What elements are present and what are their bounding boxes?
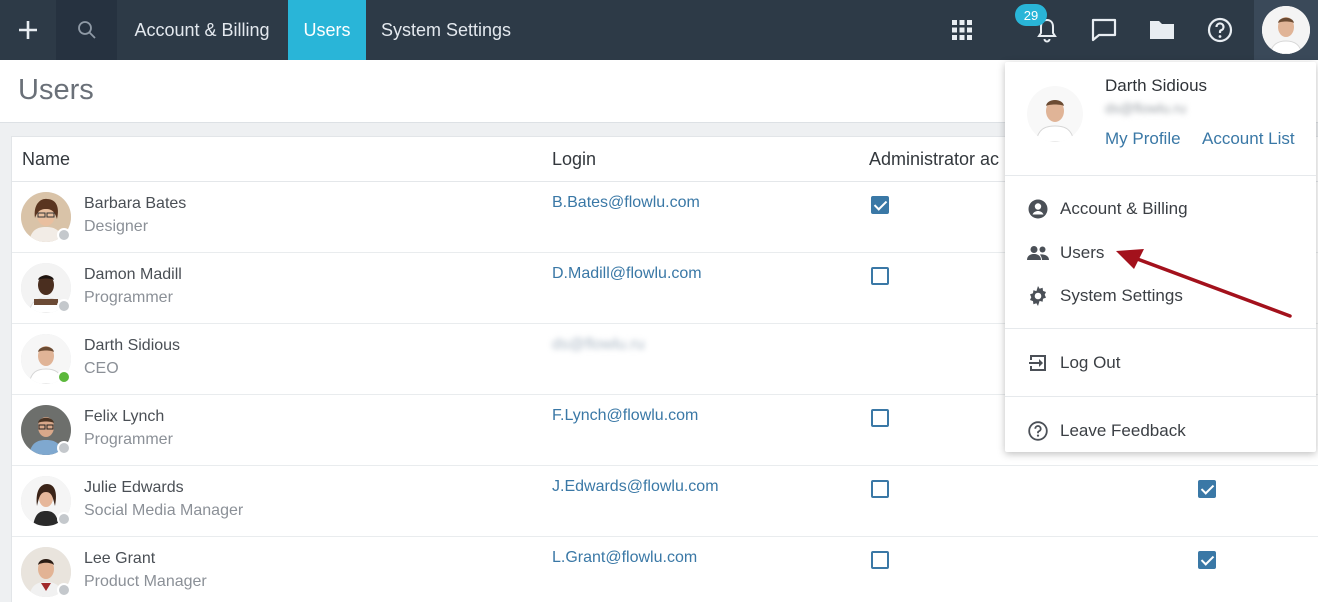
help-icon bbox=[1207, 17, 1233, 43]
apps-button[interactable] bbox=[934, 0, 990, 60]
user-login-link[interactable]: F.Lynch@flowlu.com bbox=[552, 407, 698, 425]
table-row[interactable]: Julie Edwards Social Media Manager J.Edw… bbox=[12, 466, 1318, 537]
user-name[interactable]: Damon Madill bbox=[84, 266, 182, 284]
user-role: Programmer bbox=[84, 431, 173, 448]
avatar bbox=[1262, 6, 1310, 54]
user-login-link[interactable]: J.Edwards@flowlu.com bbox=[552, 478, 719, 496]
user-name[interactable]: Darth Sidious bbox=[84, 337, 180, 355]
menu-item-log-out[interactable]: Log Out bbox=[1005, 343, 1316, 383]
divider bbox=[1005, 175, 1316, 176]
users-icon bbox=[1027, 242, 1049, 264]
status-online-dot bbox=[57, 370, 71, 384]
nav-system-settings[interactable]: System Settings bbox=[366, 0, 526, 60]
help-button[interactable] bbox=[1192, 0, 1248, 60]
menu-item-label: System Settings bbox=[1060, 286, 1183, 305]
chat-button[interactable] bbox=[1076, 0, 1132, 60]
gear-icon bbox=[1027, 285, 1049, 307]
top-navigation-bar: Account & Billing Users System Settings … bbox=[0, 0, 1318, 60]
account-list-link[interactable]: Account List bbox=[1202, 129, 1295, 149]
status-offline-dot bbox=[57, 228, 71, 242]
divider bbox=[1005, 328, 1316, 329]
admin-checkbox[interactable] bbox=[871, 196, 889, 214]
user-role: Product Manager bbox=[84, 573, 207, 590]
user-name[interactable]: Lee Grant bbox=[84, 550, 155, 568]
dropdown-user-name: Darth Sidious bbox=[1105, 76, 1208, 95]
user-menu-button[interactable] bbox=[1254, 0, 1318, 60]
status-offline-dot bbox=[57, 441, 71, 455]
admin-checkbox[interactable] bbox=[871, 551, 889, 569]
row-checkbox[interactable] bbox=[1198, 551, 1216, 569]
admin-checkbox[interactable] bbox=[871, 480, 889, 498]
search-button[interactable] bbox=[56, 0, 117, 60]
avatar bbox=[1027, 86, 1083, 142]
create-button[interactable] bbox=[0, 0, 56, 60]
user-login-link[interactable]: B.Bates@flowlu.com bbox=[552, 194, 700, 212]
row-checkbox[interactable] bbox=[1198, 480, 1216, 498]
user-login-link[interactable]: ds@flowlu.ru bbox=[552, 336, 645, 354]
column-header-administrator[interactable]: Administrator ac bbox=[869, 149, 999, 170]
user-role: Social Media Manager bbox=[84, 502, 244, 519]
chat-icon bbox=[1091, 18, 1117, 42]
user-dropdown-menu: Darth Sidious ds@flowlu.ru My Profile Ac… bbox=[1005, 62, 1316, 452]
status-offline-dot bbox=[57, 512, 71, 526]
table-row[interactable]: Lee Grant Product Manager L.Grant@flowlu… bbox=[12, 537, 1318, 602]
status-offline-dot bbox=[57, 583, 71, 597]
plus-icon bbox=[19, 21, 37, 39]
menu-item-users[interactable]: Users bbox=[1005, 233, 1316, 273]
user-login-link[interactable]: L.Grant@flowlu.com bbox=[552, 549, 697, 567]
feedback-icon bbox=[1027, 420, 1049, 442]
nav-users[interactable]: Users bbox=[288, 0, 366, 60]
column-header-name[interactable]: Name bbox=[22, 149, 70, 170]
account-circle-icon bbox=[1027, 198, 1049, 220]
dropdown-user-email: ds@flowlu.ru bbox=[1105, 100, 1187, 116]
page-title: Users bbox=[18, 74, 94, 106]
divider bbox=[1005, 396, 1316, 397]
menu-item-label: Leave Feedback bbox=[1060, 421, 1186, 440]
notification-count-badge: 29 bbox=[1015, 4, 1047, 26]
nav-account-billing[interactable]: Account & Billing bbox=[117, 0, 287, 60]
menu-item-label: Users bbox=[1060, 243, 1105, 262]
user-role: Programmer bbox=[84, 289, 173, 306]
menu-item-label: Log Out bbox=[1060, 353, 1121, 372]
logout-icon bbox=[1027, 352, 1049, 374]
menu-item-leave-feedback[interactable]: Leave Feedback bbox=[1005, 411, 1316, 451]
user-login-link[interactable]: D.Madill@flowlu.com bbox=[552, 265, 702, 283]
files-button[interactable] bbox=[1134, 0, 1190, 60]
user-name[interactable]: Julie Edwards bbox=[84, 479, 184, 497]
my-profile-link[interactable]: My Profile bbox=[1105, 129, 1181, 149]
user-name[interactable]: Felix Lynch bbox=[84, 408, 164, 426]
admin-checkbox[interactable] bbox=[871, 409, 889, 427]
user-role: CEO bbox=[84, 360, 119, 377]
column-header-login[interactable]: Login bbox=[552, 149, 596, 170]
user-role: Designer bbox=[84, 218, 149, 235]
menu-item-label: Account & Billing bbox=[1060, 199, 1188, 218]
menu-item-account-billing[interactable]: Account & Billing bbox=[1005, 189, 1316, 229]
folder-icon bbox=[1150, 21, 1174, 39]
status-offline-dot bbox=[57, 299, 71, 313]
apps-grid-icon bbox=[952, 20, 972, 40]
menu-item-system-settings[interactable]: System Settings bbox=[1005, 276, 1316, 316]
user-name[interactable]: Barbara Bates bbox=[84, 195, 186, 213]
search-icon bbox=[77, 21, 96, 39]
admin-checkbox[interactable] bbox=[871, 267, 889, 285]
